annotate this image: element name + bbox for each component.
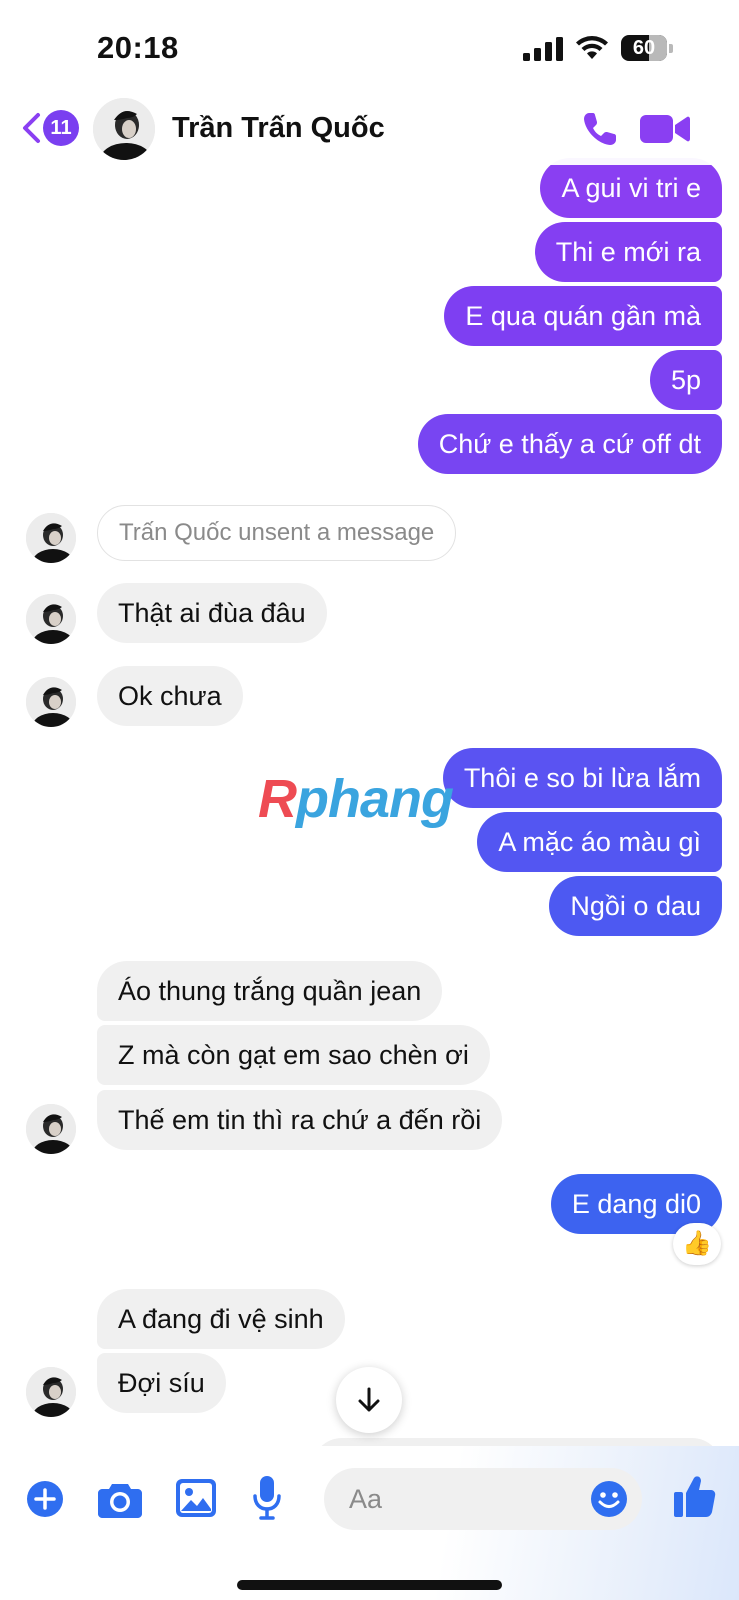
- incoming-message[interactable]: Thế em tin thì ra chứ a đến rồi: [97, 1090, 503, 1150]
- contact-avatar[interactable]: [93, 98, 155, 160]
- sender-avatar[interactable]: [26, 1367, 76, 1417]
- status-time: 20:18: [97, 30, 179, 65]
- incoming-message[interactable]: A đang đi vệ sinh: [97, 1289, 345, 1349]
- outgoing-message[interactable]: A mặc áo màu gì: [477, 812, 722, 872]
- outgoing-message[interactable]: A gui vi tri e: [540, 158, 722, 218]
- phone-icon[interactable]: [580, 109, 620, 149]
- outgoing-message[interactable]: Chứ e thấy a cứ off dt: [417, 414, 722, 474]
- chevron-left-icon: [23, 113, 40, 143]
- incoming-message[interactable]: Ok chưa: [97, 666, 243, 726]
- sender-avatar[interactable]: [26, 594, 76, 644]
- emoji-icon[interactable]: [590, 1480, 628, 1518]
- battery-icon: 60: [621, 35, 673, 61]
- message-input[interactable]: Aa: [324, 1468, 642, 1530]
- microphone-icon[interactable]: [252, 1476, 282, 1520]
- wifi-icon: [576, 36, 608, 59]
- cellular-signal-icon: [523, 37, 563, 61]
- outgoing-message[interactable]: Thi e mới ra: [534, 222, 722, 282]
- arrow-down-icon: [358, 1387, 380, 1412]
- outgoing-message[interactable]: E qua quán gần mà: [444, 286, 722, 346]
- outgoing-message[interactable]: Thôi e so bi lừa lắm: [442, 748, 722, 808]
- message-input-placeholder: Aa: [349, 1484, 383, 1514]
- contact-name[interactable]: Trần Trấn Quốc: [172, 112, 385, 145]
- watermark-logo: Rphang: [258, 769, 454, 829]
- battery-level: 60: [632, 37, 656, 59]
- camera-icon[interactable]: [98, 1480, 142, 1518]
- home-indicator: [237, 1580, 502, 1590]
- status-bar: 20:18 60: [0, 0, 739, 95]
- plus-icon[interactable]: [26, 1480, 64, 1518]
- video-camera-icon[interactable]: [640, 111, 690, 147]
- conversation-header: 11 Trần Trấn Quốc: [0, 95, 739, 165]
- incoming-message[interactable]: Thật ai đùa đâu: [97, 583, 327, 643]
- unsent-message-notice: Trấn Quốc unsent a message: [97, 505, 457, 561]
- outgoing-message[interactable]: Ngồi o dau: [549, 876, 722, 936]
- sender-avatar[interactable]: [26, 1104, 76, 1154]
- thumbs-up-reaction[interactable]: 👍: [673, 1223, 721, 1265]
- unread-count-badge: 11: [43, 110, 79, 146]
- incoming-message[interactable]: Z mà còn gạt em sao chèn ơi: [97, 1025, 490, 1085]
- sender-avatar[interactable]: [26, 513, 76, 563]
- back-button[interactable]: 11: [20, 110, 80, 146]
- message-composer: Aa: [0, 1446, 739, 1600]
- incoming-message[interactable]: Đợi síu: [97, 1353, 226, 1413]
- outgoing-message[interactable]: 5p: [649, 350, 722, 410]
- incoming-message[interactable]: Áo thung trắng quần jean: [97, 961, 443, 1021]
- image-icon[interactable]: [176, 1479, 216, 1517]
- thumbs-up-icon[interactable]: [674, 1475, 716, 1517]
- scroll-to-bottom-button[interactable]: [336, 1367, 402, 1433]
- sender-avatar[interactable]: [26, 677, 76, 727]
